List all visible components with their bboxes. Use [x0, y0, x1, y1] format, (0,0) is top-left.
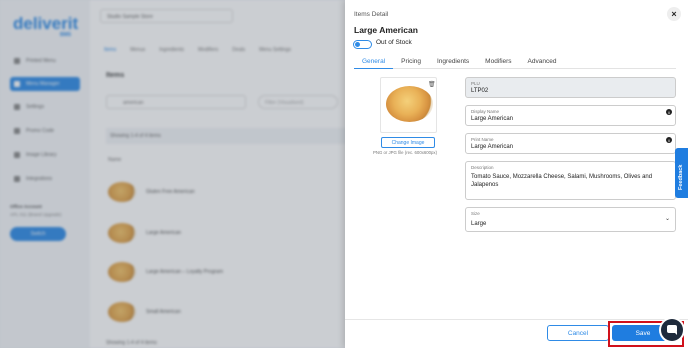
toggle-knob — [355, 42, 360, 47]
feedback-tab[interactable]: Feedback — [675, 148, 688, 198]
chevron-down-icon: ⌄ — [664, 216, 670, 222]
image-note: PNG or JPG file (rec. 600x600px) — [373, 150, 438, 155]
items-detail-panel: Items Detail × Large American Out of Sto… — [345, 0, 688, 348]
item-image — [386, 86, 433, 122]
item-image-box: 🗑 — [380, 77, 437, 133]
display-name-field[interactable]: Display Name Large American i — [465, 105, 676, 126]
chat-icon-tail — [674, 332, 677, 335]
size-value: Large — [471, 221, 487, 227]
trash-icon[interactable]: 🗑 — [428, 81, 436, 88]
print-name-label: Print Name — [471, 137, 494, 142]
info-icon[interactable]: i — [666, 137, 672, 143]
tab-modifiers[interactable]: Modifiers — [477, 55, 519, 69]
close-button[interactable]: × — [667, 7, 681, 21]
item-name: Large American — [354, 25, 418, 35]
description-field[interactable]: Description Tomato Sauce, Mozzarella Che… — [465, 161, 676, 200]
feedback-label: Feedback — [678, 164, 684, 190]
chat-button[interactable] — [661, 319, 683, 341]
tab-advanced[interactable]: Advanced — [520, 55, 565, 69]
display-name-value: Large American — [471, 116, 514, 122]
tab-ingredients[interactable]: Ingredients — [429, 55, 477, 69]
print-name-value: Large American — [471, 144, 514, 150]
display-name-label: Display Name — [471, 109, 500, 114]
print-name-field[interactable]: Print Name Large American i — [465, 133, 676, 154]
info-icon[interactable]: i — [666, 109, 672, 115]
plu-value: LTP02 — [471, 88, 489, 94]
tab-general[interactable]: General — [354, 55, 394, 69]
plu-label: PLU — [471, 81, 480, 86]
plu-field: PLU LTP02 — [465, 77, 676, 98]
footer-divider — [345, 319, 688, 320]
detail-tabs: General Pricing Ingredients Modifiers Ad… — [354, 55, 676, 69]
tab-pricing[interactable]: Pricing — [393, 55, 429, 69]
panel-title: Items Detail — [354, 11, 389, 18]
close-icon: × — [671, 8, 677, 19]
description-label: Description — [471, 165, 494, 170]
size-select[interactable]: Size Large ⌄ — [465, 207, 676, 232]
cancel-button[interactable]: Cancel — [547, 325, 609, 341]
out-of-stock-toggle[interactable] — [353, 40, 372, 49]
out-of-stock-label: Out of Stock — [376, 39, 412, 46]
description-value: Tomato Sauce, Mozzarella Cheese, Salami,… — [471, 174, 653, 188]
size-label: Size — [471, 211, 480, 216]
change-image-button[interactable]: Change Image — [381, 137, 435, 148]
